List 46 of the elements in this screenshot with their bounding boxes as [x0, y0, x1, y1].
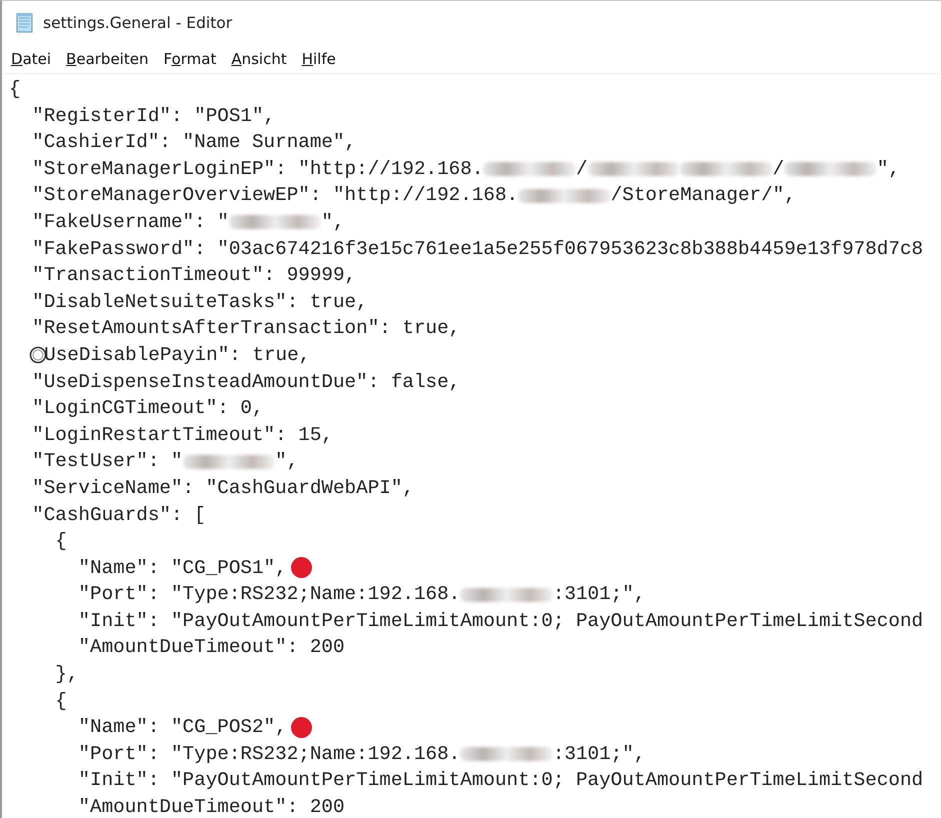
- code-line: "CashierId": "Name Surname",: [31, 130, 356, 156]
- code-line: ",: [275, 449, 298, 474]
- cursor-ring-icon: [29, 346, 48, 364]
- code-line: "FakeUsername": ": [31, 210, 229, 235]
- code-line: "TransactionTimeout": 99999,: [31, 263, 356, 288]
- code-line: "Init": "PayOutAmountPerTimeLimitAmount:0; PayOutAmountPerTimeLimitSecond: [77, 768, 924, 794]
- menu-item[interactable]: Format: [163, 50, 216, 68]
- code-line: "LoginCGTimeout": 0,: [31, 396, 264, 422]
- code-line: /: [772, 156, 784, 182]
- marker-dot: [290, 717, 312, 738]
- code-line: ",: [321, 210, 345, 235]
- code-line: /StoreManager/",: [610, 183, 796, 208]
- code-line: "UseDispenseInsteadAmountDue": false,: [31, 370, 460, 395]
- code-line: "Port": "Type:RS232;Name:192.168.: [77, 742, 460, 767]
- code-line: "DisableNetsuiteTasks": true,: [31, 290, 368, 315]
- code-line: "CashGuards": [: [31, 502, 206, 528]
- code-line: "Init": "PayOutAmountPerTimeLimitAmount:0; PayOutAmountPerTimeLimitSecond: [77, 608, 924, 634]
- menu-item[interactable]: Datei: [11, 50, 52, 68]
- code-line: /: [576, 156, 588, 182]
- code-line: :3101;",: [552, 742, 646, 767]
- code-line: "FakePassword": "03ac674216f3e15c761ee1a5e255f067953623c8b388b4459e13f978d7c8: [31, 236, 924, 262]
- menu-item[interactable]: Ansicht: [231, 50, 287, 68]
- code-line: "TestUser": ": [31, 449, 183, 474]
- menu-item[interactable]: Bearbeiten: [66, 50, 148, 68]
- code-line: "LoginRestartTimeout": 15,: [31, 422, 333, 448]
- code-line: "AmountDueTimeout": 200: [77, 795, 345, 818]
- code-line: "StoreManagerOverviewEP": "http://192.168.: [31, 183, 518, 208]
- code-line: "StoreManagerLoginEP": "http://192.168.: [31, 156, 484, 182]
- marker-dot: [290, 557, 312, 578]
- code-line: },: [54, 662, 78, 688]
- code-line: {: [54, 529, 67, 554]
- code-line: UseDisablePayin": true,: [44, 342, 310, 368]
- menu-item[interactable]: Hilfe: [302, 50, 336, 68]
- code-line: "Port": "Type:RS232;Name:192.168.: [77, 582, 460, 608]
- code-line: "Name": "CG_POS1",: [77, 556, 287, 581]
- code-line: :3101;",: [552, 582, 646, 608]
- window-title: settings.General - Editor: [43, 14, 232, 32]
- code-line: "AmountDueTimeout": 200: [77, 635, 345, 660]
- code-line: ",: [876, 156, 900, 182]
- code-line: "ServiceName": "CashGuardWebAPI",: [31, 476, 414, 501]
- code-line: {: [9, 77, 21, 102]
- code-line: "ResetAmountsAfterTransaction": true,: [31, 316, 460, 342]
- code-line: "Name": "CG_POS2",: [77, 715, 287, 740]
- code-line: {: [54, 688, 67, 714]
- code-line: "RegisterId": "POS1",: [31, 104, 276, 129]
- notepad-icon: [15, 12, 35, 34]
